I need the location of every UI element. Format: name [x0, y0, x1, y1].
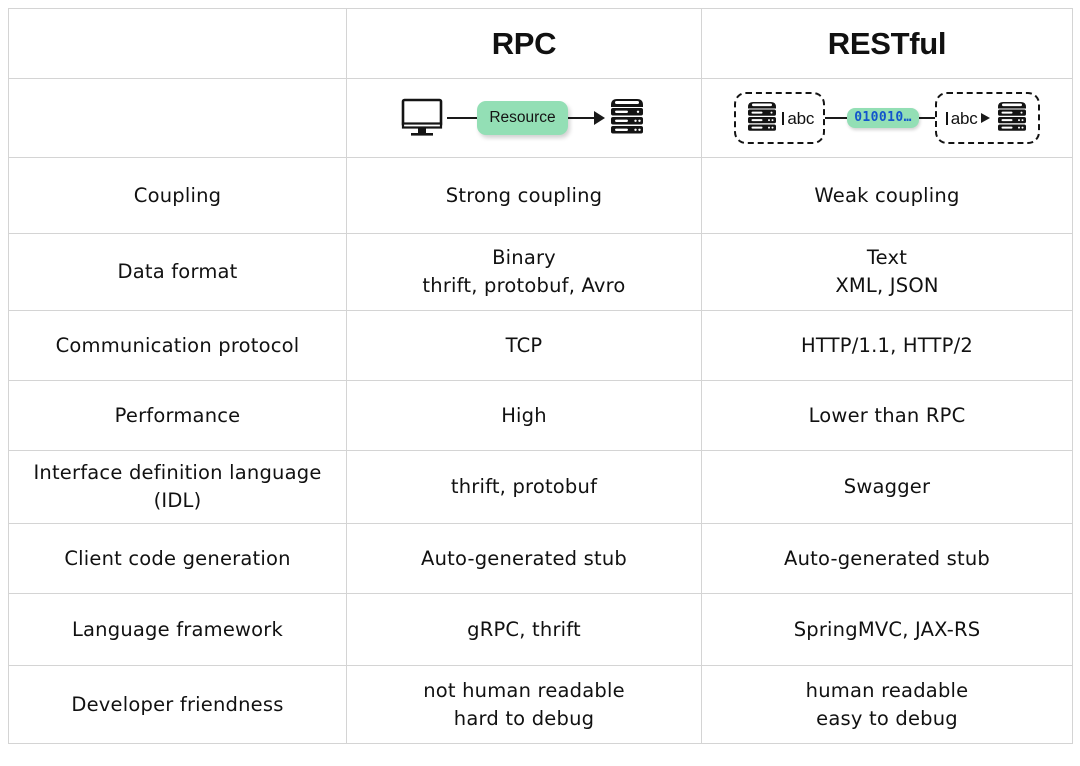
arrow-right-icon [593, 111, 605, 125]
rpc-wire-left [447, 117, 478, 119]
cell-line: Interface definition language [33, 461, 322, 485]
row-label-client-code-generation: Client code generation [8, 523, 347, 594]
cell-rpc-coupling: Strong coupling [346, 157, 702, 234]
server-icon [607, 96, 647, 140]
cell-line: human readable [805, 678, 969, 702]
rest-flow: abc 010010… abc [734, 92, 1040, 144]
cell-rest-data-format: Text XML, JSON [701, 233, 1073, 311]
table-header-row: RPC RESTful [8, 8, 1073, 79]
header-cell-blank [8, 8, 347, 79]
table-row: Client code generation Auto-generated st… [8, 523, 1073, 594]
cell-line: Binary [492, 246, 556, 270]
header-cell-rpc: RPC [346, 8, 702, 79]
connector-tick [782, 111, 785, 125]
row-label-data-format: Data format [8, 233, 347, 311]
server-icon [745, 99, 779, 137]
table-diagram-row: Resource abc 010010… abc [8, 78, 1073, 158]
table-row: Coupling Strong coupling Weak coupling [8, 157, 1073, 234]
row-label-developer-friendness: Developer friendness [8, 665, 347, 744]
header-cell-restful: RESTful [701, 8, 1073, 79]
resource-chip: Resource [477, 100, 568, 136]
monitor-icon [401, 98, 447, 138]
rpc-vs-restful-table: RPC RESTful Resource abc 010010… abc Cou… [8, 8, 1073, 744]
rpc-wire-right [567, 117, 594, 119]
diagram-cell-rpc: Resource [346, 78, 702, 158]
diagram-cell-blank [8, 78, 347, 158]
cell-line: (IDL) [153, 489, 202, 512]
cell-rest-performance: Lower than RPC [701, 380, 1073, 451]
cell-line: thrift, protobuf, Avro [422, 274, 626, 297]
diagram-cell-restful: abc 010010… abc [701, 78, 1073, 158]
cell-rpc-codegen: Auto-generated stub [346, 523, 702, 594]
rest-wire-right [918, 117, 935, 119]
row-label-idl: Interface definition language (IDL) [8, 450, 347, 524]
cell-line: easy to debug [816, 706, 958, 730]
table-row: Performance High Lower than RPC [8, 380, 1073, 451]
rest-target-box: abc [934, 92, 1040, 144]
cell-rpc-performance: High [346, 380, 702, 451]
cell-rest-language-framework: SpringMVC, JAX-RS [701, 593, 1073, 666]
cell-line: Text [866, 246, 908, 270]
row-label-language-framework: Language framework [8, 593, 347, 666]
table-row: Language framework gRPC, thrift SpringMV… [8, 593, 1073, 666]
cell-rpc-language-framework: gRPC, thrift [346, 593, 702, 666]
server-icon [995, 99, 1029, 137]
arrow-right-icon [980, 113, 990, 123]
cell-rest-idl: Swagger [701, 450, 1073, 524]
table-row: Communication protocol TCP HTTP/1.1, HTT… [8, 310, 1073, 381]
cell-rpc-protocol: TCP [346, 310, 702, 381]
cell-line: hard to debug [453, 706, 595, 730]
cell-rest-protocol: HTTP/1.1, HTTP/2 [701, 310, 1073, 381]
cell-rpc-data-format: Binary thrift, protobuf, Avro [346, 233, 702, 311]
rest-source-box: abc [734, 92, 826, 144]
row-label-communication-protocol: Communication protocol [8, 310, 347, 381]
comparison-table-page: RPC RESTful Resource abc 010010… abc Cou… [0, 0, 1080, 766]
rpc-flow: Resource [401, 96, 646, 140]
row-label-performance: Performance [8, 380, 347, 451]
rest-wire-left [825, 117, 848, 119]
rest-target-format-label: abc [950, 108, 978, 128]
connector-tick [945, 111, 948, 125]
table-row: Developer friendness not human readable … [8, 665, 1073, 744]
rest-source-format-label: abc [787, 108, 815, 128]
cell-rest-codegen: Auto-generated stub [701, 523, 1073, 594]
binary-payload-chip: 010010… [847, 108, 919, 128]
cell-rpc-idl: thrift, protobuf [346, 450, 702, 524]
row-label-coupling: Coupling [8, 157, 347, 234]
cell-rest-developer-friendness: human readable easy to debug [701, 665, 1073, 744]
cell-rest-coupling: Weak coupling [701, 157, 1073, 234]
rest-diagram: abc 010010… abc [702, 79, 1072, 157]
cell-rpc-developer-friendness: not human readable hard to debug [346, 665, 702, 744]
table-row: Data format Binary thrift, protobuf, Avr… [8, 233, 1073, 311]
rpc-diagram: Resource [347, 79, 701, 157]
cell-line: not human readable [423, 678, 625, 702]
table-row: Interface definition language (IDL) thri… [8, 450, 1073, 524]
cell-line: XML, JSON [835, 274, 939, 297]
